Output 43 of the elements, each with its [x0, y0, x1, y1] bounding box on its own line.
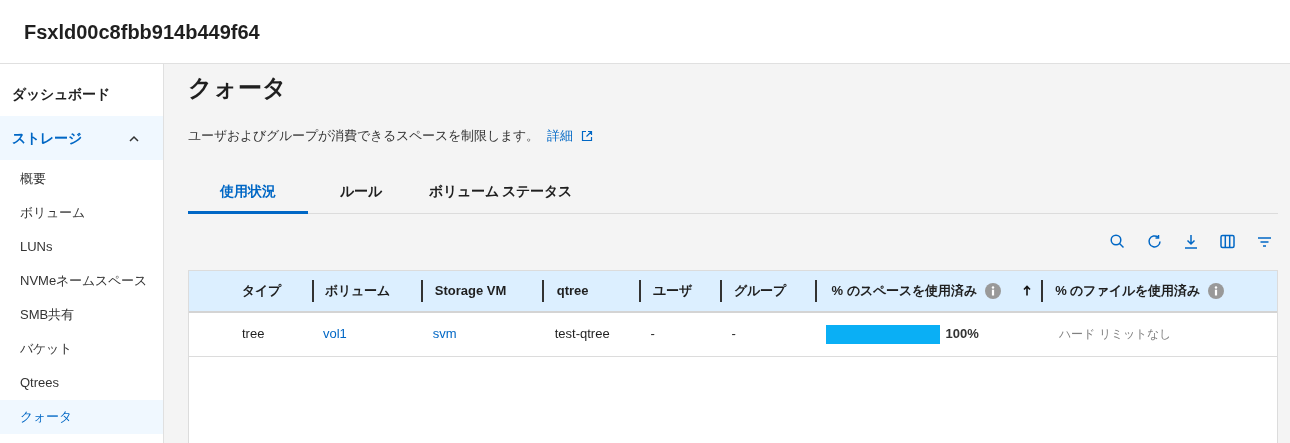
sidebar-item[interactable]: SMB共有	[0, 298, 163, 332]
tab[interactable]: ルール	[308, 171, 413, 214]
table-cell: ハード リミットなし	[1059, 327, 1171, 342]
usage-percent: 100%	[945, 325, 979, 344]
info-icon[interactable]	[1208, 282, 1225, 299]
columns-icon[interactable]	[1220, 234, 1235, 249]
sidebar-section[interactable]: ストレージ	[0, 116, 163, 160]
sidebar-item[interactable]: クォータ	[0, 400, 163, 434]
table-cell: -	[650, 326, 655, 342]
refresh-icon[interactable]	[1147, 234, 1162, 249]
download-icon[interactable]	[1184, 234, 1198, 249]
column-header[interactable]: qtree	[556, 280, 589, 301]
sidebar-item[interactable]: NVMeネームスペース	[0, 264, 163, 298]
tab[interactable]: ボリューム ステータス	[413, 171, 588, 214]
svm-link[interactable]: svm	[432, 326, 457, 342]
column-header[interactable]: ボリューム	[324, 280, 390, 301]
sidebar-item[interactable]: 概要	[0, 162, 163, 196]
chevron-icon	[129, 134, 139, 142]
page-title: クォータ	[188, 73, 287, 103]
column-header[interactable]: グループ	[733, 280, 786, 301]
app-title: Fsxld00c8fbb914b449f64	[24, 19, 260, 45]
search-icon[interactable]	[1110, 234, 1125, 249]
column-header[interactable]: Storage VM	[434, 280, 507, 301]
sidebar-item[interactable]: LUNs	[0, 230, 163, 264]
table-cell: test-qtree	[554, 326, 610, 342]
column-header[interactable]: % のファイルを使用済み	[1055, 280, 1201, 301]
volume-link[interactable]: vol1	[322, 326, 347, 342]
sidebar-section[interactable]: ダッシュボード	[0, 72, 163, 116]
page-description: ユーザおよびグループが消費できるスペースを制限します。	[188, 127, 539, 145]
external-link-icon	[581, 129, 593, 142]
column-header[interactable]: % のスペースを使用済み	[831, 280, 977, 301]
table-cell: -	[731, 326, 736, 342]
sidebar-item[interactable]: Qtrees	[0, 366, 163, 400]
column-header[interactable]: タイプ	[242, 280, 281, 301]
sort-arrow-icon[interactable]	[1023, 285, 1032, 296]
tab[interactable]: 使用状況	[188, 171, 308, 214]
column-header[interactable]: ユーザ	[652, 280, 692, 301]
sidebar-item[interactable]: バケット	[0, 332, 163, 366]
table-cell: tree	[242, 326, 265, 342]
info-icon[interactable]	[984, 282, 1001, 299]
sidebar-item[interactable]: ボリューム	[0, 196, 163, 230]
details-link[interactable]: 詳細	[547, 126, 573, 146]
filter-icon[interactable]	[1257, 235, 1272, 248]
